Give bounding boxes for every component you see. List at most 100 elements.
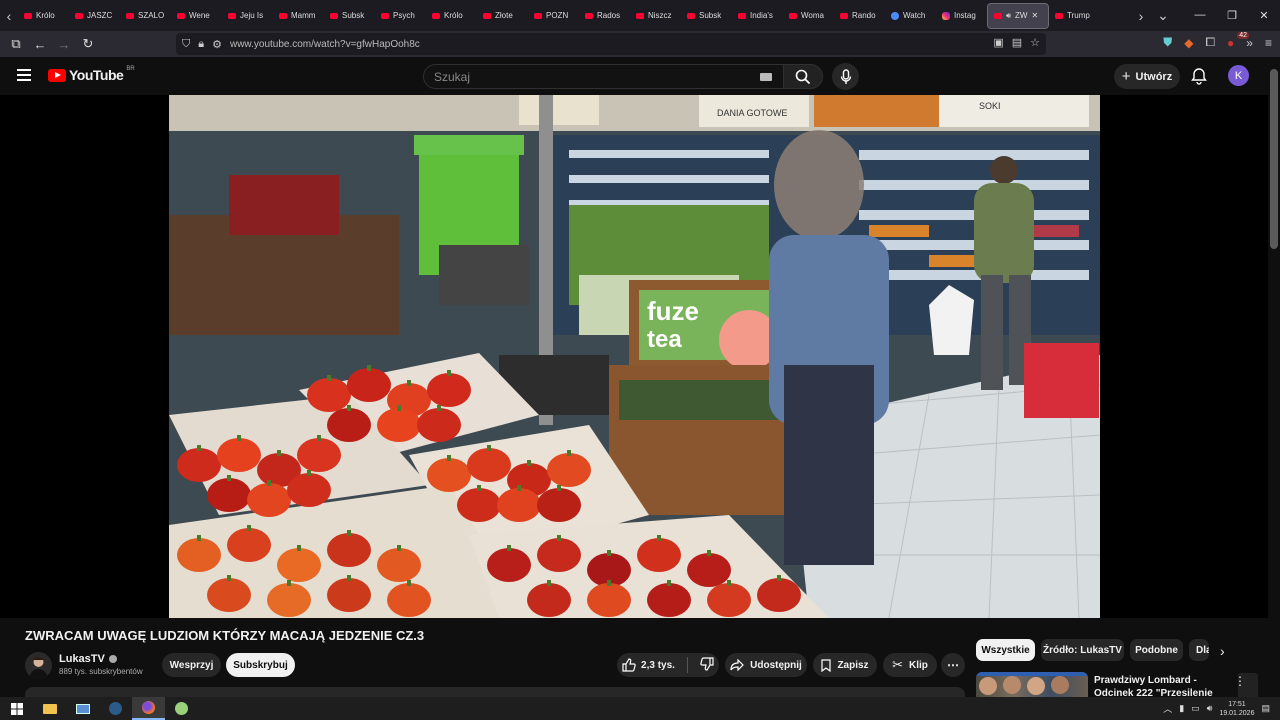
close-window-icon[interactable]: ✕ xyxy=(1248,9,1280,22)
extensions-puzzle-icon[interactable]: ⧠ xyxy=(1205,35,1215,50)
recommended-more-icon[interactable]: ⋮ xyxy=(1234,674,1246,688)
steam-icon[interactable] xyxy=(99,697,132,720)
back-icon[interactable]: ← xyxy=(28,37,52,52)
browser-tab[interactable]: Złote xyxy=(477,3,528,29)
recommended-title[interactable]: Prawdziwy Lombard - Odcinek 222 "Przesil… xyxy=(1094,674,1234,697)
browser-tab[interactable]: Królo xyxy=(426,3,477,29)
page-scrollbar[interactable] xyxy=(1268,57,1280,697)
monitor-app-icon[interactable] xyxy=(66,697,99,720)
browser-tab-label: Instag xyxy=(954,11,976,20)
dislike-button[interactable] xyxy=(700,656,714,674)
address-bar[interactable]: ⛉ 🔒︎ ⚙︎ www.youtube.com/watch?v=gfwHapOo… xyxy=(176,33,1046,55)
pepper xyxy=(647,583,691,617)
scrollbar-thumb[interactable] xyxy=(1270,69,1278,249)
channel-name[interactable]: LukasTV xyxy=(59,653,117,665)
browser-tab[interactable]: POZN xyxy=(528,3,579,29)
browser-tab[interactable]: Jeju Is xyxy=(222,3,273,29)
browser-tab[interactable]: Królo xyxy=(18,3,69,29)
subscribe-button[interactable]: Subskrybuj xyxy=(226,653,295,677)
tray-app-icon[interactable]: ▮ xyxy=(1179,703,1184,714)
pepper xyxy=(487,548,531,582)
browser-tab[interactable]: Instag xyxy=(936,3,987,29)
save-button[interactable]: Zapisz xyxy=(813,653,877,677)
browser-tab[interactable]: Rados xyxy=(579,3,630,29)
recommended-thumbnail[interactable] xyxy=(976,672,1088,697)
youtube-logo[interactable]: YouTube BR xyxy=(48,66,135,83)
channel-avatar[interactable] xyxy=(25,652,52,679)
chip-for-you[interactable]: Dla xyxy=(1189,639,1209,661)
firefox-icon[interactable] xyxy=(132,697,165,720)
vpn-extension-icon[interactable]: ⛊ xyxy=(1163,35,1172,50)
browser-tab[interactable]: Psych xyxy=(375,3,426,29)
pepper xyxy=(547,453,591,487)
bookmark-star-icon[interactable]: ☆ xyxy=(1030,36,1040,49)
browser-tab[interactable]: Subsk xyxy=(324,3,375,29)
share-button[interactable]: Udostępnij xyxy=(725,653,807,677)
account-avatar[interactable]: K xyxy=(1228,65,1249,86)
search-button[interactable] xyxy=(783,64,823,89)
browser-tab[interactable]: India's xyxy=(732,3,783,29)
permissions-icon[interactable]: ⚙︎ xyxy=(212,38,222,51)
browser-tab[interactable]: Woma xyxy=(783,3,834,29)
minimize-icon[interactable]: — xyxy=(1184,9,1216,22)
pepper-stem xyxy=(397,405,401,411)
video-still-image: DANIA GOTOWE SOKI fuze tea xyxy=(169,95,1100,618)
video-player[interactable]: DANIA GOTOWE SOKI fuze tea xyxy=(0,95,1268,699)
fox-extension-icon[interactable]: ◆ xyxy=(1184,36,1193,50)
chips-next-icon[interactable]: › xyxy=(1220,643,1225,659)
browser-tab[interactable]: JASZC xyxy=(69,3,120,29)
voice-search-button[interactable] xyxy=(832,63,859,90)
chip-all[interactable]: Wszystkie xyxy=(976,639,1035,661)
shield-icon[interactable]: ⛉ xyxy=(182,38,190,51)
browser-tab[interactable]: Niszcz xyxy=(630,3,681,29)
reload-icon[interactable]: ↻ xyxy=(76,36,100,52)
description-box[interactable] xyxy=(25,687,965,697)
forward-icon[interactable]: → xyxy=(52,37,76,52)
search-input[interactable]: Szukaj xyxy=(423,64,785,89)
close-tab-icon[interactable]: ✕ xyxy=(1031,11,1038,20)
volume-icon[interactable]: 🔊︎ xyxy=(1207,703,1213,714)
pepper-stem xyxy=(777,575,781,581)
file-explorer-icon[interactable] xyxy=(33,697,66,720)
menu-icon[interactable] xyxy=(17,69,31,81)
notifications-icon[interactable]: ▤ xyxy=(1261,703,1270,714)
channel-avatar-image xyxy=(29,657,48,679)
tabs-scroll-left-icon[interactable]: ‹ xyxy=(0,8,18,24)
app-menu-icon[interactable]: ≡ xyxy=(1265,36,1272,50)
notifications-button[interactable] xyxy=(1191,67,1207,90)
network-icon[interactable]: ▭ xyxy=(1191,703,1200,714)
browser-tab[interactable]: SZALO xyxy=(120,3,171,29)
tab-list-icon[interactable]: ⌄ xyxy=(1150,7,1176,24)
windows-start-icon[interactable] xyxy=(0,697,33,720)
chip-related[interactable]: Podobne xyxy=(1130,639,1183,661)
browser-tab[interactable]: Wene xyxy=(171,3,222,29)
browser-tab[interactable]: Watch xyxy=(885,3,936,29)
support-button[interactable]: Wesprzyj xyxy=(162,653,221,677)
keyboard-icon[interactable] xyxy=(760,73,772,81)
tab-audio-icon[interactable]: 🔊︎ xyxy=(1006,11,1011,21)
like-count: 2,3 tys. xyxy=(641,659,675,671)
pepper-stem xyxy=(237,435,241,441)
restore-icon[interactable]: ❐ xyxy=(1216,9,1248,22)
clock[interactable]: 17:51 19.01.2026 xyxy=(1219,700,1254,718)
tray-chevron-icon[interactable]: ︿ xyxy=(1163,702,1172,715)
lock-icon[interactable]: 🔒︎ xyxy=(198,38,204,51)
adblock-extension-icon[interactable]: ● xyxy=(1227,36,1234,50)
sidebar-toggle-icon[interactable]: ⧉ xyxy=(4,36,28,52)
tool-app-icon[interactable] xyxy=(165,697,198,720)
browser-tab[interactable]: Rando xyxy=(834,3,885,29)
create-button[interactable]: + Utwórz xyxy=(1114,64,1180,89)
browser-tab[interactable]: Trump xyxy=(1049,3,1100,29)
chip-source-channel[interactable]: Źródło: LukasTV xyxy=(1041,639,1124,661)
pepper-stem xyxy=(327,375,331,381)
more-actions-button[interactable]: ⋯ xyxy=(941,653,965,677)
video-frame[interactable]: DANIA GOTOWE SOKI fuze tea xyxy=(169,95,1100,618)
tabs-scroll-right-icon[interactable]: › xyxy=(1132,8,1150,24)
picture-in-picture-icon[interactable]: ▣ xyxy=(993,36,1003,49)
browser-tab[interactable]: Subsk xyxy=(681,3,732,29)
browser-tab[interactable]: 🔊︎ ZW ✕ xyxy=(987,2,1049,29)
reader-view-icon[interactable]: ▤ xyxy=(1012,36,1022,49)
browser-tab[interactable]: Mamm xyxy=(273,3,324,29)
like-button[interactable]: 2,3 tys. xyxy=(622,658,675,672)
clip-button[interactable]: ✂ Klip xyxy=(883,653,937,677)
